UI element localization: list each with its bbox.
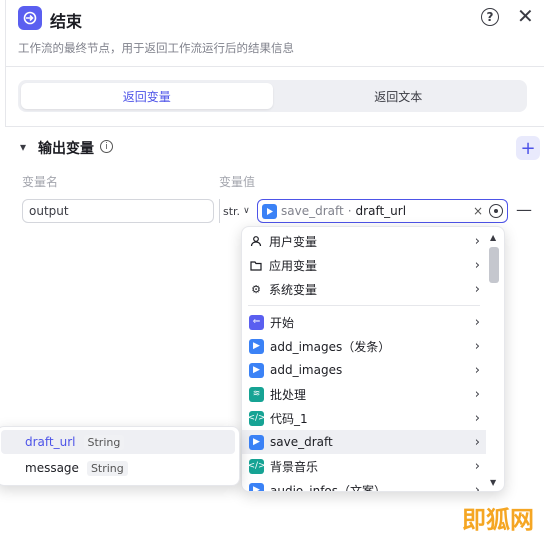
dropdown-item-label: 批处理 bbox=[270, 387, 307, 402]
remove-variable-button[interactable]: — bbox=[516, 200, 532, 219]
code-icon: </> bbox=[247, 458, 266, 474]
value-node-name: save_draft bbox=[281, 204, 344, 218]
tab-return-variables[interactable]: 返回变量 bbox=[21, 83, 273, 109]
help-icon[interactable]: ? bbox=[481, 8, 499, 26]
add-variable-button[interactable]: + bbox=[516, 136, 540, 160]
type-select-value: str. bbox=[223, 204, 241, 218]
dropdown-item-label: 用户变量 bbox=[269, 234, 318, 249]
dropdown-item-label: save_draft bbox=[270, 435, 333, 449]
start-node-icon: ⇐ bbox=[249, 314, 264, 330]
code-icon: </> bbox=[247, 410, 266, 426]
plugin-icon: ▶ bbox=[249, 482, 264, 491]
dropdown-item-label: 应用变量 bbox=[269, 258, 318, 273]
dropdown-divider bbox=[248, 305, 480, 306]
dropdown-item-user-variables[interactable]: 用户变量 › bbox=[242, 229, 486, 253]
scroll-up-icon[interactable]: ▲ bbox=[490, 233, 496, 242]
dropdown-item-label: audio_infos（文案） bbox=[270, 483, 387, 492]
chevron-down-icon[interactable]: ▾ bbox=[20, 140, 26, 154]
column-label-name: 变量名 bbox=[22, 175, 59, 189]
dropdown-scrollbar[interactable]: ▲ ▼ bbox=[487, 231, 501, 489]
chevron-right-icon: › bbox=[474, 362, 480, 378]
return-mode-tabs: 返回变量 返回文本 bbox=[18, 80, 527, 112]
dropdown-item-label: 系统变量 bbox=[269, 282, 318, 297]
folder-icon bbox=[249, 258, 263, 272]
gear-icon: ⚙ bbox=[251, 282, 261, 296]
batch-icon: ≋ bbox=[249, 386, 264, 402]
dropdown-item-node[interactable]: ≋ 批处理 › bbox=[242, 382, 486, 406]
dropdown-item-system-variables[interactable]: ⚙ 系统变量 › bbox=[242, 277, 486, 301]
person-icon bbox=[249, 234, 263, 248]
submenu-item-type: String bbox=[86, 460, 128, 476]
chevron-right-icon: › bbox=[474, 281, 480, 297]
chevron-right-icon: › bbox=[474, 386, 480, 402]
value-field-name: draft_url bbox=[355, 204, 407, 218]
submenu-item[interactable]: message String bbox=[1, 456, 235, 480]
section-title: 输出变量 bbox=[38, 141, 94, 157]
info-icon[interactable]: i bbox=[100, 140, 113, 153]
value-separator: · bbox=[347, 204, 352, 218]
dropdown-item-node[interactable]: </> 代码_1 › bbox=[242, 406, 486, 430]
end-node-icon bbox=[18, 6, 42, 30]
dropdown-item-label: 开始 bbox=[270, 315, 295, 330]
watermark: 即狐网 bbox=[462, 505, 534, 534]
close-icon[interactable]: ✕ bbox=[517, 6, 534, 26]
dropdown-item-label: add_images bbox=[270, 363, 343, 377]
dropdown-item-app-variables[interactable]: 应用变量 › bbox=[242, 253, 486, 277]
plugin-icon: ▶ bbox=[249, 362, 264, 378]
dropdown-item-node[interactable]: </> 背景音乐 › bbox=[242, 454, 486, 478]
scrollbar-thumb[interactable] bbox=[489, 247, 499, 283]
header-divider bbox=[5, 66, 544, 67]
chevron-right-icon: › bbox=[474, 434, 480, 450]
tab-return-text[interactable]: 返回文本 bbox=[273, 83, 525, 109]
variable-picker-dropdown: 用户变量 › 应用变量 › ⚙ 系统变量 › ⇐ 开始 › ▶ add_imag… bbox=[241, 226, 505, 492]
chevron-down-icon: ∨ bbox=[243, 206, 250, 216]
type-select[interactable]: str. ∨ bbox=[219, 199, 255, 223]
plugin-icon: ▶ bbox=[249, 434, 264, 450]
dropdown-item-label: 代码_1 bbox=[270, 411, 308, 426]
page-title: 结束 bbox=[50, 12, 83, 31]
submenu-item-name: draft_url bbox=[25, 435, 76, 449]
node-output-submenu: draft_url String message String bbox=[0, 426, 240, 486]
value-reference-tag: save_draft · draft_url bbox=[262, 203, 407, 219]
dropdown-item-node[interactable]: ▶ add_images（发条） › bbox=[242, 334, 486, 358]
dropdown-item-label: add_images（发条） bbox=[270, 339, 391, 354]
submenu-item[interactable]: draft_url String bbox=[1, 430, 235, 454]
target-icon[interactable] bbox=[489, 204, 503, 218]
plugin-icon: ▶ bbox=[249, 338, 264, 354]
dropdown-item-label: 背景音乐 bbox=[270, 459, 319, 474]
dropdown-item-node[interactable]: ▶ audio_infos（文案） › bbox=[242, 478, 486, 492]
chevron-right-icon: › bbox=[474, 338, 480, 354]
submenu-item-name: message bbox=[25, 461, 79, 475]
plugin-icon bbox=[262, 203, 277, 219]
chevron-right-icon: › bbox=[474, 314, 480, 330]
node-description: 工作流的最终节点，用于返回工作流运行后的结果信息 bbox=[18, 41, 294, 55]
chevron-right-icon: › bbox=[474, 233, 480, 249]
variable-value-field[interactable]: save_draft · draft_url × bbox=[257, 199, 508, 223]
variable-name-input[interactable]: output bbox=[22, 199, 214, 223]
column-label-value: 变量值 bbox=[219, 175, 256, 189]
chevron-right-icon: › bbox=[474, 257, 480, 273]
chevron-right-icon: › bbox=[474, 458, 480, 474]
dropdown-item-node[interactable]: ▶ add_images › bbox=[242, 358, 486, 382]
scroll-down-icon[interactable]: ▼ bbox=[490, 478, 496, 487]
dropdown-item-node[interactable]: ⇐ 开始 › bbox=[242, 310, 486, 334]
chevron-right-icon: › bbox=[474, 410, 480, 426]
dropdown-item-node[interactable]: ▶ save_draft › bbox=[242, 430, 486, 454]
submenu-item-type: String bbox=[83, 434, 125, 450]
clear-icon[interactable]: × bbox=[473, 204, 483, 218]
chevron-right-icon: › bbox=[474, 482, 480, 492]
